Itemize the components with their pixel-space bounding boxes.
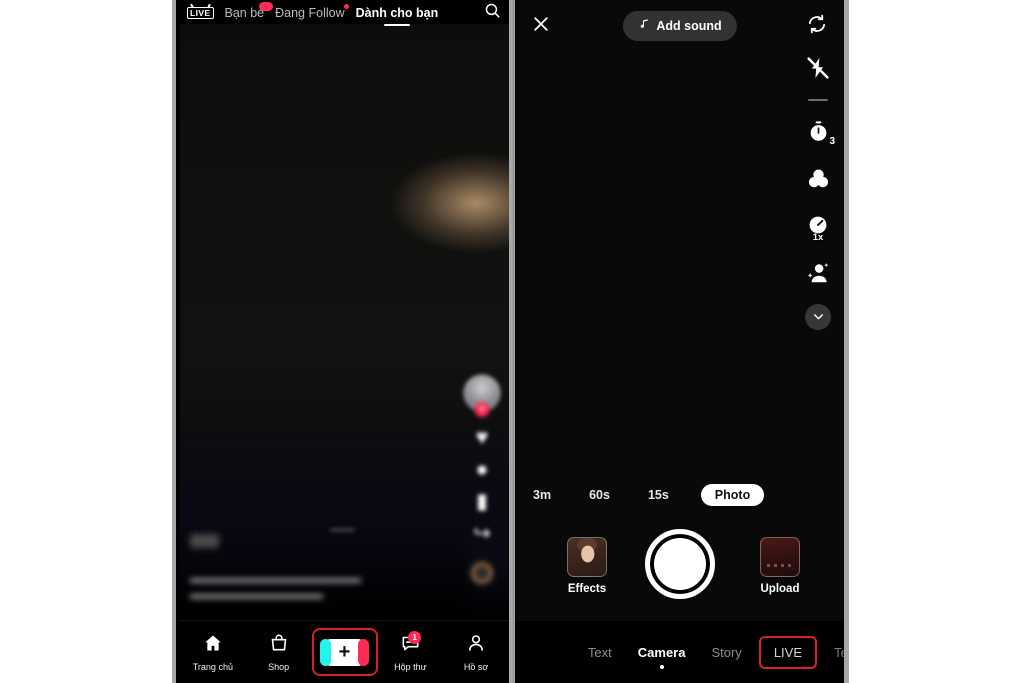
feed-bookmark-button[interactable]: ▮ xyxy=(476,491,488,513)
effects-button[interactable]: Effects xyxy=(567,537,607,595)
feed-screen: LIVE Bạn bè Đang Follow Dành cho bạn + ♥… xyxy=(176,0,509,683)
feed-avatar-follow[interactable]: + xyxy=(464,375,500,417)
comment-icon: ● xyxy=(475,458,489,481)
add-sound-button[interactable]: Add sound xyxy=(622,11,737,41)
heart-icon: ♥ xyxy=(475,426,489,449)
close-x-icon[interactable] xyxy=(531,14,551,39)
live-badge-icon[interactable]: LIVE xyxy=(187,6,214,20)
speed-icon[interactable]: 1x xyxy=(802,210,834,243)
sidebar-item-inbox[interactable]: 1 Hộp thư xyxy=(378,621,444,683)
shop-bag-icon xyxy=(269,633,289,658)
tab-templates-cutoff[interactable]: Te xyxy=(821,645,844,660)
feed-timestamp: ▬▬▬ xyxy=(330,524,355,533)
feed-action-rail: + ♥ ● ▮ ↪ xyxy=(461,375,503,587)
duration-option-15s[interactable]: 15s xyxy=(642,488,675,502)
flash-off-icon[interactable] xyxy=(802,52,834,84)
sidebar-item-home[interactable]: Trang chủ xyxy=(180,621,246,683)
tab-text[interactable]: Text xyxy=(575,645,625,660)
music-note-icon xyxy=(637,17,650,35)
upload-label: Upload xyxy=(760,583,800,595)
camera-capture-row: Effects Upload xyxy=(515,511,844,601)
tab-live[interactable]: LIVE xyxy=(758,635,817,669)
avatar-icon[interactable]: + xyxy=(464,375,500,417)
duration-option-60s[interactable]: 60s xyxy=(583,488,616,502)
camera-phone-panel: Add sound 3 1x 3m 60s 15s Photo Effects … xyxy=(512,0,849,683)
feed-share-button[interactable]: ↪ xyxy=(473,523,491,545)
share-icon: ↪ xyxy=(473,522,491,545)
feed-tab-for-you[interactable]: Dành cho bạn xyxy=(355,6,439,26)
speed-value: 1x xyxy=(812,231,824,243)
home-icon xyxy=(203,633,223,658)
feed-tab-friends[interactable]: Bạn bè xyxy=(224,2,274,20)
sidebar-item-profile-label: Hồ sơ xyxy=(463,661,489,672)
friends-badge-dot xyxy=(259,2,274,11)
effects-thumbnail-icon xyxy=(567,537,607,577)
profile-person-icon xyxy=(466,633,486,658)
tab-camera[interactable]: Camera xyxy=(625,644,699,669)
add-sound-label: Add sound xyxy=(656,19,722,33)
feed-phone-panel: LIVE Bạn bè Đang Follow Dành cho bạn + ♥… xyxy=(172,0,512,683)
sidebar-item-inbox-label: Hộp thư xyxy=(394,661,427,672)
feed-caption-line-2: ▬▬▬▬▬▬▬▬▬▬▬▬▬▬ xyxy=(190,590,323,602)
duration-option-photo[interactable]: Photo xyxy=(700,484,765,506)
camera-screen: Add sound 3 1x 3m 60s 15s Photo Effects … xyxy=(515,0,844,683)
search-icon[interactable] xyxy=(484,2,501,24)
feed-tab-for-you-label: Dành cho bạn xyxy=(355,6,439,20)
effects-label: Effects xyxy=(567,583,607,595)
timer-value: 3 xyxy=(829,135,835,147)
feed-tab-following[interactable]: Đang Follow xyxy=(275,4,349,20)
active-tab-underline xyxy=(383,23,410,26)
camera-duration-selector: 3m 60s 15s Photo xyxy=(515,482,844,508)
chevron-down-icon[interactable] xyxy=(805,303,831,330)
camera-top-bar: Add sound xyxy=(515,0,844,52)
feed-bottom-nav: Trang chủ Shop + 1 Hộp thư Hồ sơ xyxy=(180,620,509,683)
feed-tab-friends-label: Bạn bè xyxy=(224,6,265,20)
create-button-highlight: + xyxy=(311,628,378,676)
sidebar-item-home-label: Trang chủ xyxy=(192,661,233,672)
following-badge-dot xyxy=(343,4,349,9)
create-post-button-wrapper[interactable]: + xyxy=(311,621,378,683)
upload-thumbnail-icon xyxy=(760,537,800,577)
timer-icon[interactable]: 3 xyxy=(802,116,835,148)
camera-tool-rail: 3 1x xyxy=(796,52,840,330)
bookmark-icon: ▮ xyxy=(476,490,488,513)
feed-caption-line-1: ▬▬▬▬▬▬▬▬▬▬▬▬▬▬▬▬▬▬ xyxy=(190,573,361,585)
feed-like-button[interactable]: ♥ xyxy=(476,427,488,449)
feed-caption-block: ▬▬▬▬▬▬▬▬▬▬▬▬▬▬▬▬▬▬ ▬▬▬▬▬▬▬▬▬▬▬▬▬▬ xyxy=(190,531,420,605)
feed-tab-following-label: Đang Follow xyxy=(275,6,345,20)
upload-button[interactable]: Upload xyxy=(760,537,800,595)
music-disc-icon[interactable] xyxy=(468,559,496,587)
screenshot-stage: LIVE Bạn bè Đang Follow Dành cho bạn + ♥… xyxy=(0,0,1024,683)
feed-caption-badge xyxy=(190,534,219,549)
tab-camera-label: Camera xyxy=(637,644,686,660)
filters-icon[interactable] xyxy=(802,163,834,195)
sidebar-item-shop[interactable]: Shop xyxy=(246,621,312,683)
feed-comment-button[interactable]: ● xyxy=(476,459,489,481)
camera-mode-tabs: Text Camera Story LIVE Te xyxy=(515,621,844,683)
sidebar-item-profile[interactable]: Hồ sơ xyxy=(443,621,509,683)
sidebar-item-shop-label: Shop xyxy=(268,661,290,672)
tab-story[interactable]: Story xyxy=(698,645,754,660)
active-mode-dot xyxy=(659,664,664,669)
tool-rail-divider xyxy=(808,99,828,101)
beautify-icon[interactable] xyxy=(802,257,834,289)
shutter-button[interactable] xyxy=(644,529,715,599)
plus-create-icon[interactable]: + xyxy=(320,638,369,666)
feed-top-tabs: LIVE Bạn bè Đang Follow Dành cho bạn xyxy=(180,0,509,26)
feed-caption-username[interactable] xyxy=(190,555,420,572)
flip-camera-icon[interactable] xyxy=(806,13,828,40)
duration-option-3m[interactable]: 3m xyxy=(527,488,557,502)
plus-icon[interactable]: + xyxy=(474,402,490,417)
